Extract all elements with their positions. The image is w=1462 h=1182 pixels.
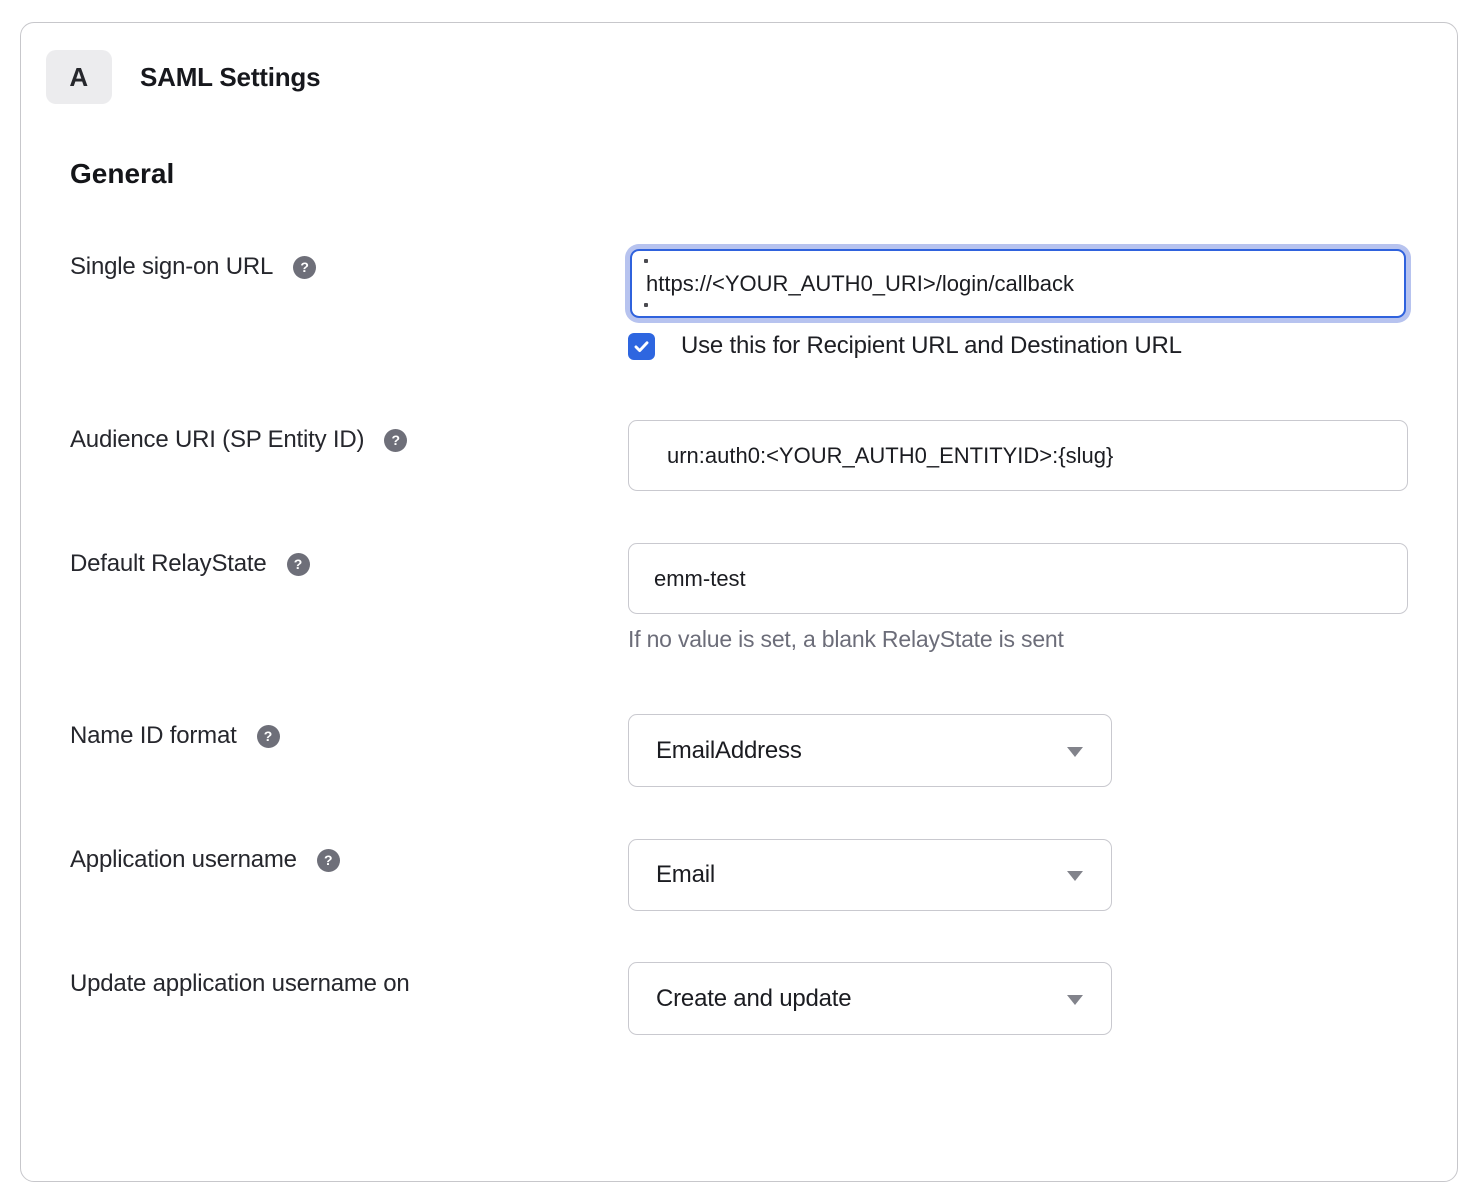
sso-checkbox-row: Use this for Recipient URL and Destinati… bbox=[628, 332, 1182, 360]
step-badge: A bbox=[46, 50, 112, 104]
relay-state-input[interactable] bbox=[628, 543, 1408, 614]
help-icon[interactable]: ? bbox=[293, 256, 316, 279]
chevron-down-icon bbox=[1067, 747, 1083, 757]
sso-url-label: Single sign-on URL bbox=[70, 253, 273, 281]
section-heading-general: General bbox=[70, 158, 174, 190]
app-username-label: Application username bbox=[70, 846, 297, 874]
audience-uri-label: Audience URI (SP Entity ID) bbox=[70, 426, 364, 454]
app-username-label-row: Application username ? bbox=[70, 846, 340, 874]
help-icon[interactable]: ? bbox=[257, 725, 280, 748]
name-id-format-select[interactable]: EmailAddress bbox=[628, 714, 1112, 787]
sso-url-input[interactable] bbox=[630, 249, 1406, 318]
chevron-down-icon bbox=[1067, 871, 1083, 881]
relay-state-label: Default RelayState bbox=[70, 550, 267, 578]
update-app-username-label-row: Update application username on bbox=[70, 970, 410, 998]
name-id-format-label-row: Name ID format ? bbox=[70, 722, 280, 750]
update-app-username-value: Create and update bbox=[656, 985, 851, 1013]
chevron-down-icon bbox=[1067, 995, 1083, 1005]
update-app-username-select[interactable]: Create and update bbox=[628, 962, 1112, 1035]
relay-state-label-row: Default RelayState ? bbox=[70, 550, 310, 578]
help-icon[interactable]: ? bbox=[384, 429, 407, 452]
relay-state-help-text: If no value is set, a blank RelayState i… bbox=[628, 626, 1064, 653]
sso-url-label-row: Single sign-on URL ? bbox=[70, 253, 316, 281]
help-icon[interactable]: ? bbox=[317, 849, 340, 872]
page-title: SAML Settings bbox=[140, 62, 320, 93]
name-id-format-value: EmailAddress bbox=[656, 737, 802, 765]
app-username-value: Email bbox=[656, 861, 715, 889]
recipient-url-checkbox[interactable] bbox=[628, 333, 655, 360]
panel-header: A SAML Settings bbox=[46, 50, 320, 104]
checkmark-icon bbox=[632, 337, 651, 356]
name-id-format-label: Name ID format bbox=[70, 722, 237, 750]
recipient-url-checkbox-label: Use this for Recipient URL and Destinati… bbox=[681, 332, 1182, 360]
help-icon[interactable]: ? bbox=[287, 553, 310, 576]
update-app-username-label: Update application username on bbox=[70, 970, 410, 998]
audience-uri-label-row: Audience URI (SP Entity ID) ? bbox=[70, 426, 407, 454]
app-username-select[interactable]: Email bbox=[628, 839, 1112, 911]
audience-uri-input[interactable] bbox=[628, 420, 1408, 491]
